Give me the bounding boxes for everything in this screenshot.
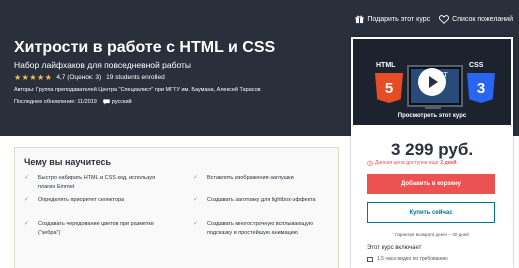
learn-item-text: Определять приоритет селектора (38, 197, 125, 203)
purchase-card: HTML 5 EMMET CSS 3 Просмотреть этот курс… (351, 37, 513, 268)
learn-item-text: Вставлять изображения-заглушки (207, 175, 294, 181)
rating-value[interactable]: 4,7 (Оценок: 3) (56, 74, 101, 81)
buy-now-button[interactable]: Купить сейчас (367, 202, 495, 223)
checkmark-icon: ✓ (193, 221, 199, 227)
checkmark-icon: ✓ (193, 197, 199, 203)
course-authors: Авторы: Группа преподавателей Центра "Сп… (14, 87, 261, 93)
learn-item-text: Быстро набирать HTML и CSS код, использу… (38, 175, 156, 190)
learn-item-text: Создавать заготовку для lightbox-эффекта (207, 197, 316, 203)
course-price: 3 299 руб. (390, 140, 474, 159)
checkmark-icon: ✓ (193, 175, 199, 181)
css-tag-label: CSS (469, 62, 484, 69)
header-actions: Подарить этот курс Список пожеланий (355, 15, 513, 24)
includes-item: 1,5 часа видео по требованию (367, 256, 448, 262)
preview-label: Просмотреть этот курс (397, 113, 467, 119)
course-language: русский (111, 99, 132, 105)
learn-item: ✓ Создавать многострочную всплывающую по… (193, 220, 328, 238)
learn-item: ✓ Вставлять изображения-заглушки (193, 174, 328, 183)
learn-item: ✓ Создавать чередование цветов при разме… (24, 220, 159, 238)
video-icon (367, 256, 373, 262)
discount-notice: Данная цена доступна еще 2 дней (367, 160, 457, 166)
play-icon[interactable] (418, 68, 446, 96)
speech-bubble-icon (103, 99, 110, 105)
course-rating: ★★★★★ 4,7 (Оценок: 3) 19 students enroll… (14, 73, 165, 82)
gift-icon (355, 15, 364, 24)
course-title: Хитрости в работе с HTML и CSS (14, 39, 276, 56)
wishlist-label: Список пожеланий (452, 16, 513, 23)
includes-title: Этот курс включает (367, 245, 422, 251)
monitor-stand (425, 105, 441, 109)
what-you-will-learn: Чему вы научитесь ✓ Быстро набирать HTML… (14, 147, 339, 268)
learn-item-text: Создавать многострочную всплывающую подс… (207, 221, 313, 236)
course-meta: Последнее обновление: 11/2019 русский (14, 99, 132, 105)
discount-days: 2 дней (440, 160, 457, 166)
html5-icon: 5 (375, 73, 403, 103)
learn-item: ✓ Создавать заготовку для lightbox-эффек… (193, 196, 328, 205)
checkmark-icon: ✓ (24, 197, 30, 203)
alarm-clock-icon (367, 160, 373, 166)
star-rating-icon: ★★★★★ (14, 73, 53, 82)
add-to-cart-button[interactable]: Добавить в корзину (367, 174, 495, 194)
heart-icon (439, 15, 450, 24)
css3-icon: 3 (467, 73, 495, 103)
course-subtitle: Набор лайфхаков для повседневной работы (14, 60, 191, 70)
wishlist-button[interactable]: Список пожеланий (439, 15, 513, 24)
money-back-guarantee: Гарантия возврата денег – 30 дней (395, 232, 469, 237)
learn-title: Чему вы научитесь (24, 157, 112, 167)
learn-item: ✓ Быстро набирать HTML и CSS код, исполь… (24, 174, 159, 192)
html-tag-label: HTML (376, 62, 396, 69)
last-updated: Последнее обновление: 11/2019 (14, 99, 97, 105)
learn-item-text: Создавать чередование цветов при разметк… (38, 221, 154, 236)
checkmark-icon: ✓ (24, 221, 30, 227)
discount-text: Данная цена доступна еще (375, 160, 439, 166)
learn-item: ✓ Определять приоритет селектора (24, 196, 159, 205)
enrolled-count: 19 students enrolled (106, 74, 165, 81)
gift-course-label: Подарить этот курс (367, 16, 431, 23)
checkmark-icon: ✓ (24, 175, 30, 181)
gift-course-button[interactable]: Подарить этот курс (355, 15, 430, 24)
course-preview[interactable]: HTML 5 EMMET CSS 3 Просмотреть этот курс (353, 39, 511, 125)
includes-item-text: 1,5 часа видео по требованию (377, 256, 448, 262)
